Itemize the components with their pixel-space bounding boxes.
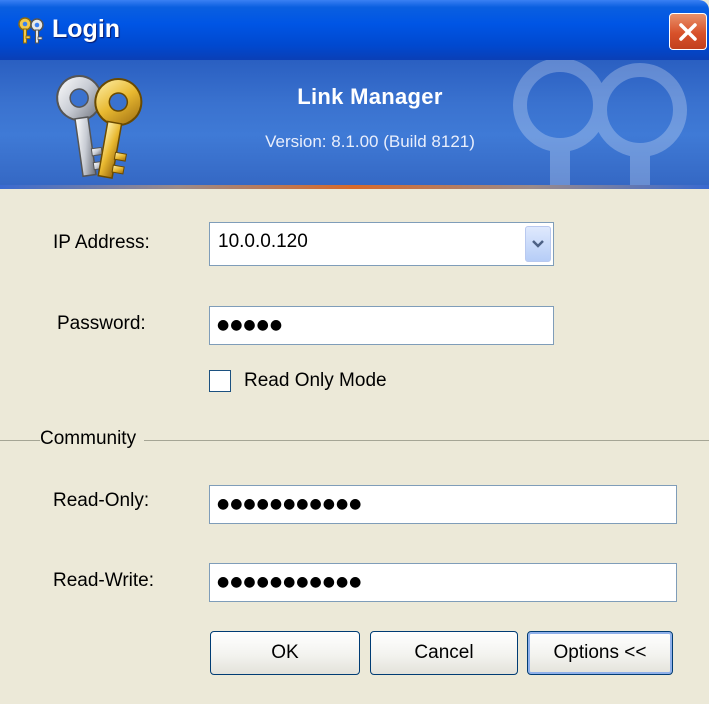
- ip-dropdown-button[interactable]: [525, 226, 551, 262]
- read-write-community-value: ●●●●●●●●●●●: [217, 574, 363, 590]
- keys-logo-icon: [40, 64, 160, 185]
- banner: Link Manager Version: 8.1.00 (Build 8121…: [0, 60, 709, 185]
- password-value: ●●●●●: [217, 317, 284, 333]
- read-write-label: Read-Write:: [53, 570, 155, 591]
- title-bar[interactable]: Login: [0, 0, 709, 60]
- read-write-community-field[interactable]: ●●●●●●●●●●●: [209, 563, 677, 602]
- app-version: Version: 8.1.00 (Build 8121): [265, 132, 475, 151]
- cancel-button[interactable]: Cancel: [370, 631, 518, 675]
- password-field[interactable]: ●●●●●: [209, 306, 554, 345]
- read-only-community-value: ●●●●●●●●●●●: [217, 496, 363, 512]
- keys-icon: [15, 16, 49, 46]
- ip-address-value: 10.0.0.120: [218, 231, 308, 252]
- community-groupbox-line-left: [26, 440, 38, 441]
- ip-address-label: IP Address:: [53, 232, 150, 253]
- ok-button[interactable]: OK: [210, 631, 360, 675]
- close-button[interactable]: [669, 13, 707, 50]
- options-button[interactable]: Options <<: [527, 631, 673, 675]
- password-label: Password:: [57, 313, 146, 334]
- login-dialog: Login Link Manager Version: 8.1.00 (Buil…: [0, 0, 709, 704]
- read-only-label: Read-Only:: [53, 490, 150, 511]
- ip-address-combobox[interactable]: 10.0.0.120: [209, 222, 554, 266]
- read-only-mode-checkbox[interactable]: [209, 370, 231, 392]
- app-name: Link Manager: [297, 84, 443, 109]
- keys-watermark-icon: [500, 60, 700, 185]
- window-title: Login: [52, 15, 121, 43]
- community-group-label: Community: [40, 428, 145, 450]
- banner-divider: [0, 185, 709, 189]
- read-only-mode-label[interactable]: Read Only Mode: [244, 370, 387, 392]
- read-only-community-field[interactable]: ●●●●●●●●●●●: [209, 485, 677, 524]
